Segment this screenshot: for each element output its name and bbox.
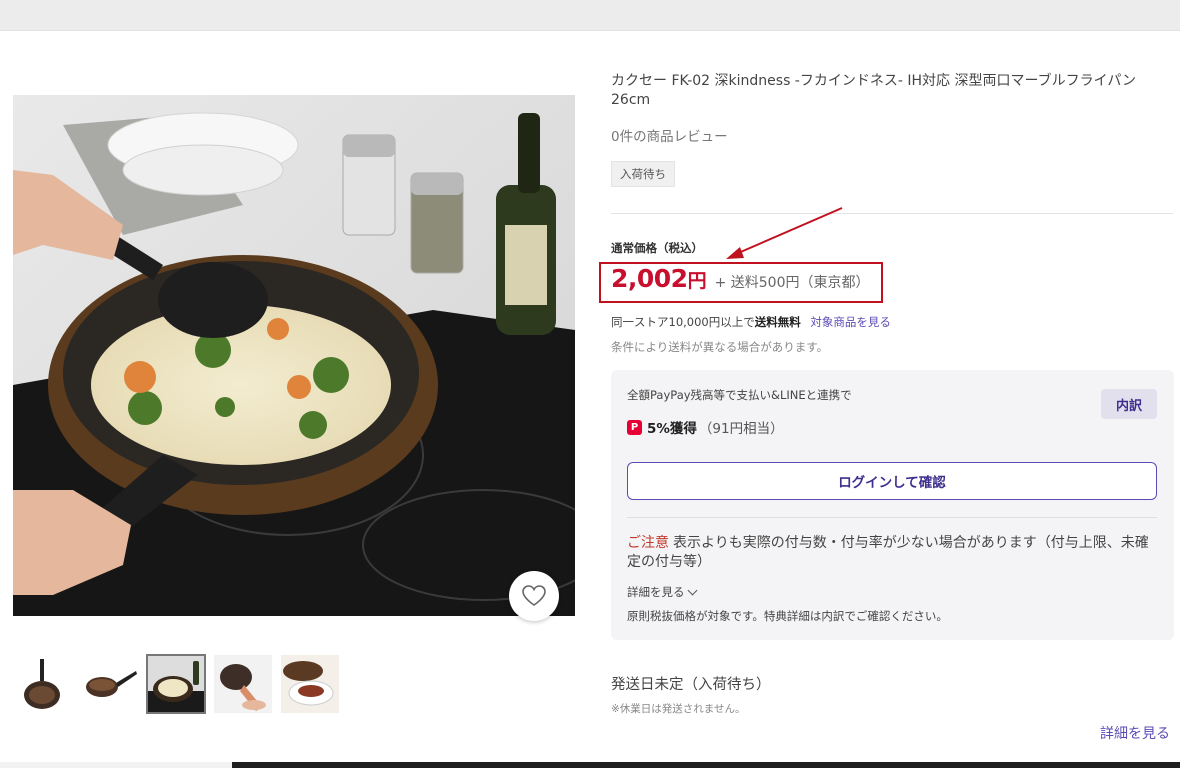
shipping-note: 条件により送料が異なる場合があります。 <box>611 340 829 354</box>
taskbar-left <box>0 762 232 768</box>
price-label: 通常価格（税込） <box>611 241 703 255</box>
thumbnail-4[interactable] <box>214 655 272 713</box>
caution-label: ご注意 <box>627 535 669 551</box>
product-title: カクセー FK-02 深kindness -フカインドネス- IH対応 深型両口… <box>611 73 1137 108</box>
delivery-details-link[interactable]: 詳細を見る <box>1100 723 1170 743</box>
review-count-link[interactable]: 0件の商品レビュー <box>611 125 728 145</box>
reward-equivalent: （91円相当） <box>698 421 784 437</box>
thumbnail-strip <box>13 654 339 714</box>
eligible-products-link[interactable]: 対象商品を見る <box>810 315 891 329</box>
ship-date: 発送日未定（入荷待ち） <box>611 677 771 693</box>
section-divider <box>611 213 1173 214</box>
points-panel: 全額PayPay残高等で支払い&LINEと連携で 内訳 P 5%獲得 （91円相… <box>611 370 1174 640</box>
thumbnail-5[interactable] <box>281 655 339 713</box>
thumbnail-2[interactable] <box>80 655 138 713</box>
favorite-button[interactable] <box>509 571 559 621</box>
main-product-image[interactable] <box>13 95 575 616</box>
points-heading: 全額PayPay残高等で支払い&LINEと連携で <box>627 388 852 402</box>
paypay-icon: P <box>627 419 642 435</box>
login-confirm-button[interactable]: ログインして確認 <box>627 462 1157 500</box>
points-reward: P 5%獲得 （91円相当） <box>627 417 784 437</box>
annotation-arrow-icon <box>726 207 843 259</box>
thumbnail-1[interactable] <box>13 655 71 713</box>
free-shipping-info: 同一ストア10,000円以上で送料無料 対象商品を見る <box>611 315 891 329</box>
holiday-note: ※休業日は発送されません。 <box>611 703 746 715</box>
points-footnote: 原則税抜価格が対象です。特典詳細は内訳でご確認ください。 <box>627 609 948 623</box>
details-toggle[interactable]: 詳細を見る <box>627 584 697 600</box>
reward-rate: 5%獲得 <box>647 421 697 437</box>
heart-icon <box>522 585 546 606</box>
browser-top-bar <box>0 0 1180 31</box>
thumbnail-3[interactable] <box>146 654 206 714</box>
chevron-down-icon <box>687 585 697 596</box>
points-divider <box>627 517 1157 518</box>
caution-text: ご注意 表示よりも実際の付与数・付与率が少ない場合があります（付与上限、未確定の付… <box>627 535 1149 570</box>
breakdown-button[interactable]: 内訳 <box>1101 389 1157 419</box>
stock-status-badge: 入荷待ち <box>611 161 675 187</box>
